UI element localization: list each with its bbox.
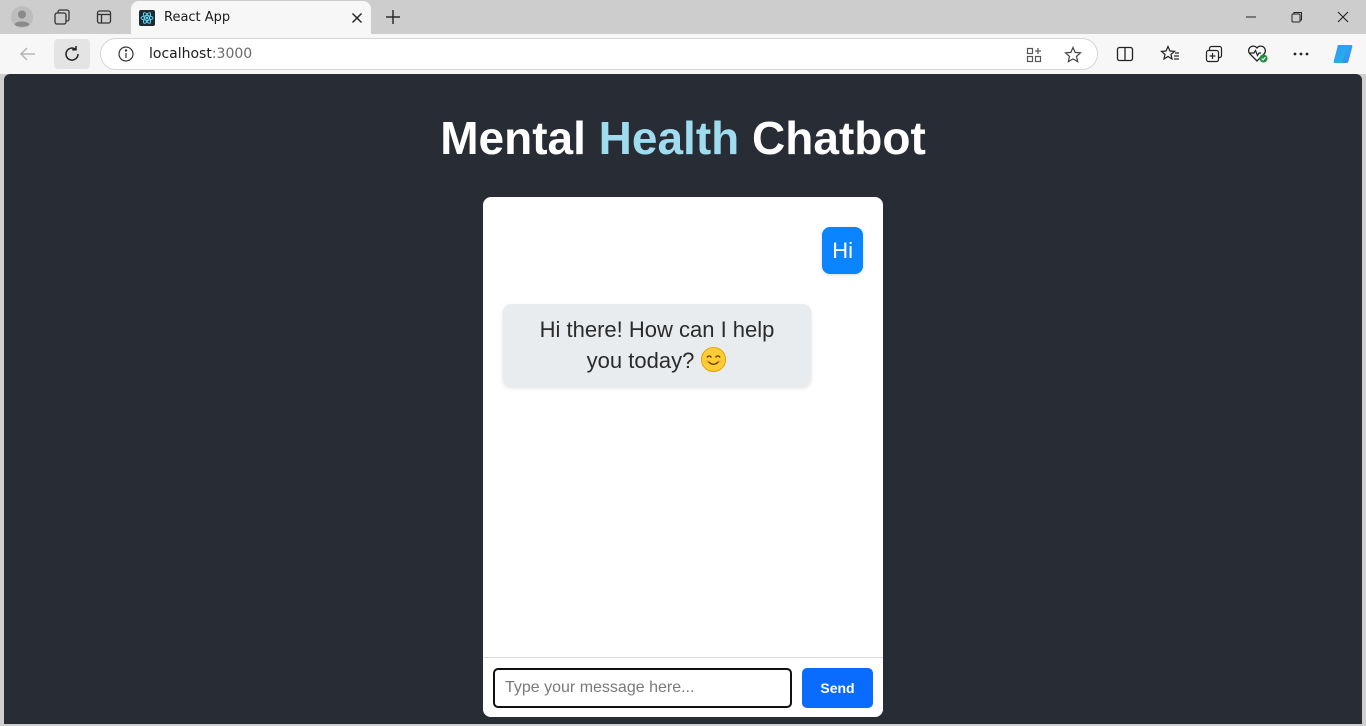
immersive-reader-button[interactable] bbox=[1023, 44, 1045, 66]
more-dots-icon bbox=[1293, 52, 1309, 56]
copilot-button[interactable] bbox=[1330, 41, 1356, 67]
copilot-icon bbox=[1333, 45, 1353, 63]
smiling-face-icon bbox=[701, 346, 727, 373]
page-viewport: Mental Health Chatbot Hi Hi there! How c… bbox=[4, 74, 1362, 724]
send-button[interactable]: Send bbox=[802, 668, 873, 708]
bot-message-bubble: Hi there! How can I help you today? bbox=[503, 304, 811, 386]
browser-essentials-button[interactable] bbox=[1245, 41, 1271, 67]
title-accent: Health bbox=[598, 112, 740, 164]
chat-window: Hi Hi there! How can I help you today? S… bbox=[483, 197, 883, 717]
reload-button[interactable] bbox=[54, 39, 90, 69]
favorites-button[interactable] bbox=[1157, 41, 1183, 67]
message-input[interactable] bbox=[493, 668, 792, 708]
vertical-tabs-button[interactable] bbox=[90, 5, 118, 29]
settings-more-button[interactable] bbox=[1288, 41, 1314, 67]
tab-title: React App bbox=[164, 10, 231, 25]
message-input-bar: Send bbox=[483, 657, 883, 717]
page-title: Mental Health Chatbot bbox=[440, 112, 926, 164]
plus-icon bbox=[386, 10, 400, 24]
close-window-icon bbox=[1337, 11, 1349, 23]
collections-button[interactable] bbox=[1201, 41, 1227, 67]
browser-titlebar: React App bbox=[0, 0, 1366, 34]
split-screen-button[interactable] bbox=[1112, 41, 1138, 67]
favorites-list-icon bbox=[1160, 45, 1179, 61]
react-favicon-icon bbox=[139, 9, 155, 26]
close-icon bbox=[352, 12, 362, 23]
restore-button[interactable] bbox=[1274, 2, 1320, 32]
collections-icon bbox=[1205, 45, 1223, 63]
address-bar[interactable]: localhost:3000 bbox=[100, 38, 1098, 70]
workspaces-button[interactable] bbox=[48, 5, 76, 29]
reload-icon bbox=[65, 46, 79, 61]
workspaces-icon bbox=[54, 9, 70, 25]
app-grid-icon bbox=[1026, 47, 1042, 63]
back-arrow-icon bbox=[19, 47, 35, 61]
tab-actions-icon bbox=[96, 10, 112, 24]
profile-button[interactable] bbox=[8, 5, 36, 29]
url-text: localhost:3000 bbox=[149, 46, 253, 62]
new-tab-button[interactable] bbox=[380, 5, 406, 29]
site-info-icon[interactable] bbox=[118, 46, 134, 62]
minimize-icon bbox=[1246, 16, 1256, 18]
message-list[interactable]: Hi Hi there! How can I help you today? bbox=[483, 197, 883, 657]
browser-tab-active[interactable]: React App bbox=[131, 1, 371, 34]
favorite-button[interactable] bbox=[1062, 44, 1084, 66]
profile-icon bbox=[11, 6, 33, 28]
split-screen-icon bbox=[1116, 46, 1134, 62]
back-button[interactable] bbox=[10, 39, 46, 69]
user-message-bubble: Hi bbox=[822, 227, 863, 274]
restore-icon bbox=[1291, 12, 1302, 23]
browser-toolbar: localhost:3000 bbox=[0, 34, 1366, 74]
bot-message-text: Hi there! How can I help you today? bbox=[539, 317, 775, 373]
star-icon bbox=[1064, 46, 1082, 63]
tab-close-button[interactable] bbox=[343, 6, 371, 30]
close-window-button[interactable] bbox=[1320, 2, 1366, 32]
heart-pulse-icon bbox=[1247, 45, 1268, 63]
minimize-button[interactable] bbox=[1228, 2, 1274, 32]
